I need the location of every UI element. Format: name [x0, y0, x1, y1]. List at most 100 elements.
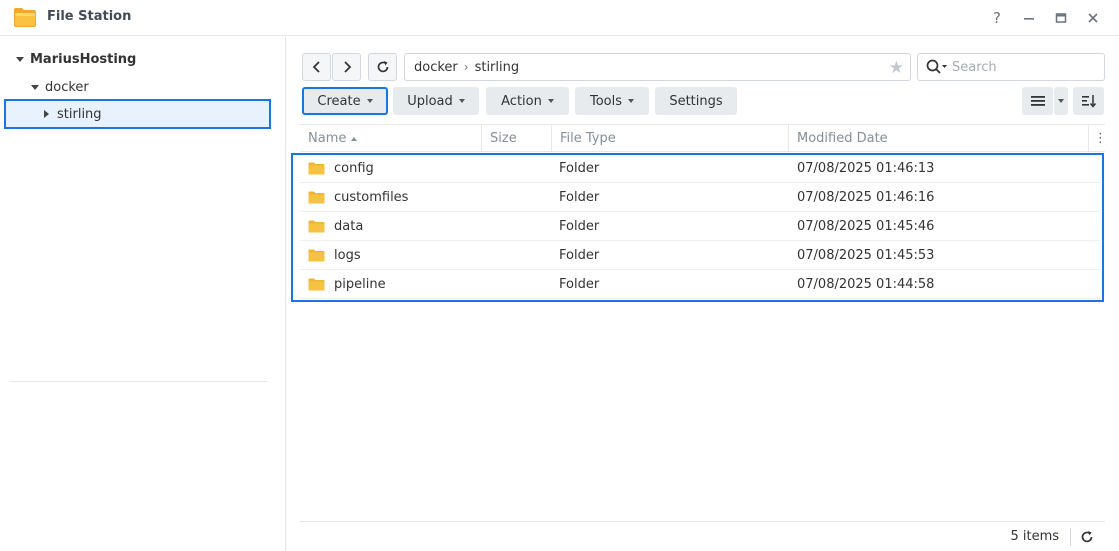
- file-name: data: [334, 219, 364, 234]
- dropdown-caret-icon: [628, 99, 635, 103]
- favorite-star-icon[interactable]: ★: [889, 58, 904, 78]
- help-icon[interactable]: ?: [987, 8, 1007, 28]
- tree-item-label: stirling: [57, 106, 102, 122]
- modified-date-cell: 07/08/2025 01:45:53: [797, 248, 935, 263]
- table-header: Name Size File Type Modified Date ⋮: [300, 124, 1107, 152]
- tree-item-stirling[interactable]: stirling: [4, 99, 271, 129]
- tree-item-label: MariusHosting: [30, 51, 137, 67]
- folder-icon: [308, 278, 325, 291]
- caret-down-icon[interactable]: [16, 56, 24, 62]
- list-view-button[interactable]: [1022, 87, 1053, 115]
- forward-button[interactable]: [332, 53, 361, 81]
- name-cell: data: [308, 212, 363, 241]
- modified-date-cell: 07/08/2025 01:46:16: [797, 190, 935, 205]
- column-options-icon[interactable]: ⋮: [1089, 125, 1107, 152]
- modified-date-cell: 07/08/2025 01:46:13: [797, 161, 935, 176]
- column-label: Modified Date: [797, 131, 888, 146]
- file-type-cell: Folder: [559, 219, 600, 234]
- item-count: 5 items: [1010, 529, 1059, 544]
- file-name: customfiles: [334, 190, 409, 205]
- name-cell: customfiles: [308, 183, 408, 212]
- column-header-name[interactable]: Name: [300, 125, 482, 152]
- refresh-icon: [1081, 531, 1093, 543]
- tree-item-label: docker: [45, 79, 89, 95]
- file-station-window: File Station ? MariusHosting docker stir…: [0, 0, 1119, 551]
- tree-item-row: stirling: [44, 103, 102, 125]
- sort-button[interactable]: [1073, 87, 1104, 115]
- name-cell: pipeline: [308, 270, 386, 299]
- folder-icon: [308, 162, 325, 175]
- file-type-cell: Folder: [559, 161, 600, 176]
- view-dropdown-button[interactable]: [1054, 87, 1068, 115]
- list-view-icon: [1030, 96, 1045, 106]
- dropdown-caret-icon: [1058, 99, 1064, 103]
- file-name: config: [334, 161, 374, 176]
- file-type-cell: Folder: [559, 277, 600, 292]
- action-button[interactable]: Action: [486, 87, 569, 115]
- create-button-label: Create: [317, 93, 361, 109]
- back-button[interactable]: [302, 53, 331, 81]
- chevron-left-icon: [312, 61, 320, 73]
- dropdown-caret-icon: [366, 99, 373, 103]
- column-label: File Type: [560, 131, 616, 146]
- settings-button-label: Settings: [669, 93, 723, 109]
- caret-right-icon[interactable]: [44, 110, 49, 118]
- maximize-icon[interactable]: [1051, 8, 1071, 28]
- caret-down-icon[interactable]: [31, 84, 39, 90]
- column-label: Name: [308, 131, 347, 146]
- table-row[interactable]: pipeline Folder 07/08/2025 01:44:58: [300, 270, 1100, 299]
- path-bar[interactable]: docker › stirling ★: [404, 53, 911, 81]
- create-button[interactable]: Create: [302, 87, 388, 115]
- column-header-file-type[interactable]: File Type: [552, 125, 789, 152]
- file-type-cell: Folder: [559, 190, 600, 205]
- table-row[interactable]: data Folder 07/08/2025 01:45:46: [300, 212, 1100, 241]
- close-icon[interactable]: [1083, 8, 1103, 28]
- status-refresh-button[interactable]: [1077, 527, 1097, 547]
- sort-icon: [1081, 95, 1096, 108]
- minimize-icon[interactable]: [1019, 8, 1039, 28]
- column-header-modified-date[interactable]: Modified Date: [789, 125, 1089, 152]
- tree-item-mariushosting[interactable]: MariusHosting: [16, 48, 136, 70]
- sidebar-divider: [10, 381, 268, 382]
- upload-button-label: Upload: [407, 93, 453, 109]
- breadcrumb-stirling[interactable]: stirling: [475, 60, 520, 75]
- tree-item-docker[interactable]: docker: [31, 76, 89, 98]
- table-row[interactable]: customfiles Folder 07/08/2025 01:46:16: [300, 183, 1100, 212]
- name-cell: logs: [308, 241, 361, 270]
- column-label: Size: [490, 131, 517, 146]
- dropdown-caret-icon: [547, 99, 554, 103]
- breadcrumb-separator-icon: ›: [463, 60, 469, 74]
- action-button-label: Action: [501, 93, 542, 109]
- column-header-size[interactable]: Size: [482, 125, 552, 152]
- upload-button[interactable]: Upload: [393, 87, 479, 115]
- folder-icon: [308, 191, 325, 204]
- search-input[interactable]: [952, 59, 1092, 75]
- refresh-icon: [377, 61, 388, 73]
- file-type-cell: Folder: [559, 248, 600, 263]
- chevron-right-icon: [343, 61, 351, 73]
- modified-date-cell: 07/08/2025 01:44:58: [797, 277, 935, 292]
- refresh-button[interactable]: [368, 53, 397, 81]
- tools-button-label: Tools: [589, 93, 623, 109]
- file-name: pipeline: [334, 277, 386, 292]
- tools-button[interactable]: Tools: [575, 87, 649, 115]
- title-bar: File Station ?: [0, 0, 1119, 36]
- settings-button[interactable]: Settings: [655, 87, 737, 115]
- search-icon[interactable]: [926, 59, 948, 75]
- modified-date-cell: 07/08/2025 01:45:46: [797, 219, 935, 234]
- main-panel: docker › stirling ★ Create Upload Action…: [287, 37, 1119, 551]
- search-box[interactable]: [917, 53, 1105, 81]
- status-divider: [1070, 528, 1071, 546]
- table-row[interactable]: logs Folder 07/08/2025 01:45:53: [300, 241, 1100, 270]
- sort-asc-icon: [351, 136, 358, 141]
- table-row[interactable]: config Folder 07/08/2025 01:46:13: [300, 154, 1100, 183]
- status-bar: 5 items: [300, 521, 1105, 550]
- file-name: logs: [334, 248, 361, 263]
- breadcrumb-docker[interactable]: docker: [414, 60, 458, 75]
- folder-icon: [308, 249, 325, 262]
- folder-tree-sidebar: MariusHosting docker stirling: [0, 37, 286, 551]
- name-cell: config: [308, 154, 374, 183]
- dropdown-caret-icon: [458, 99, 465, 103]
- folder-icon: [308, 220, 325, 233]
- app-title: File Station: [47, 9, 132, 24]
